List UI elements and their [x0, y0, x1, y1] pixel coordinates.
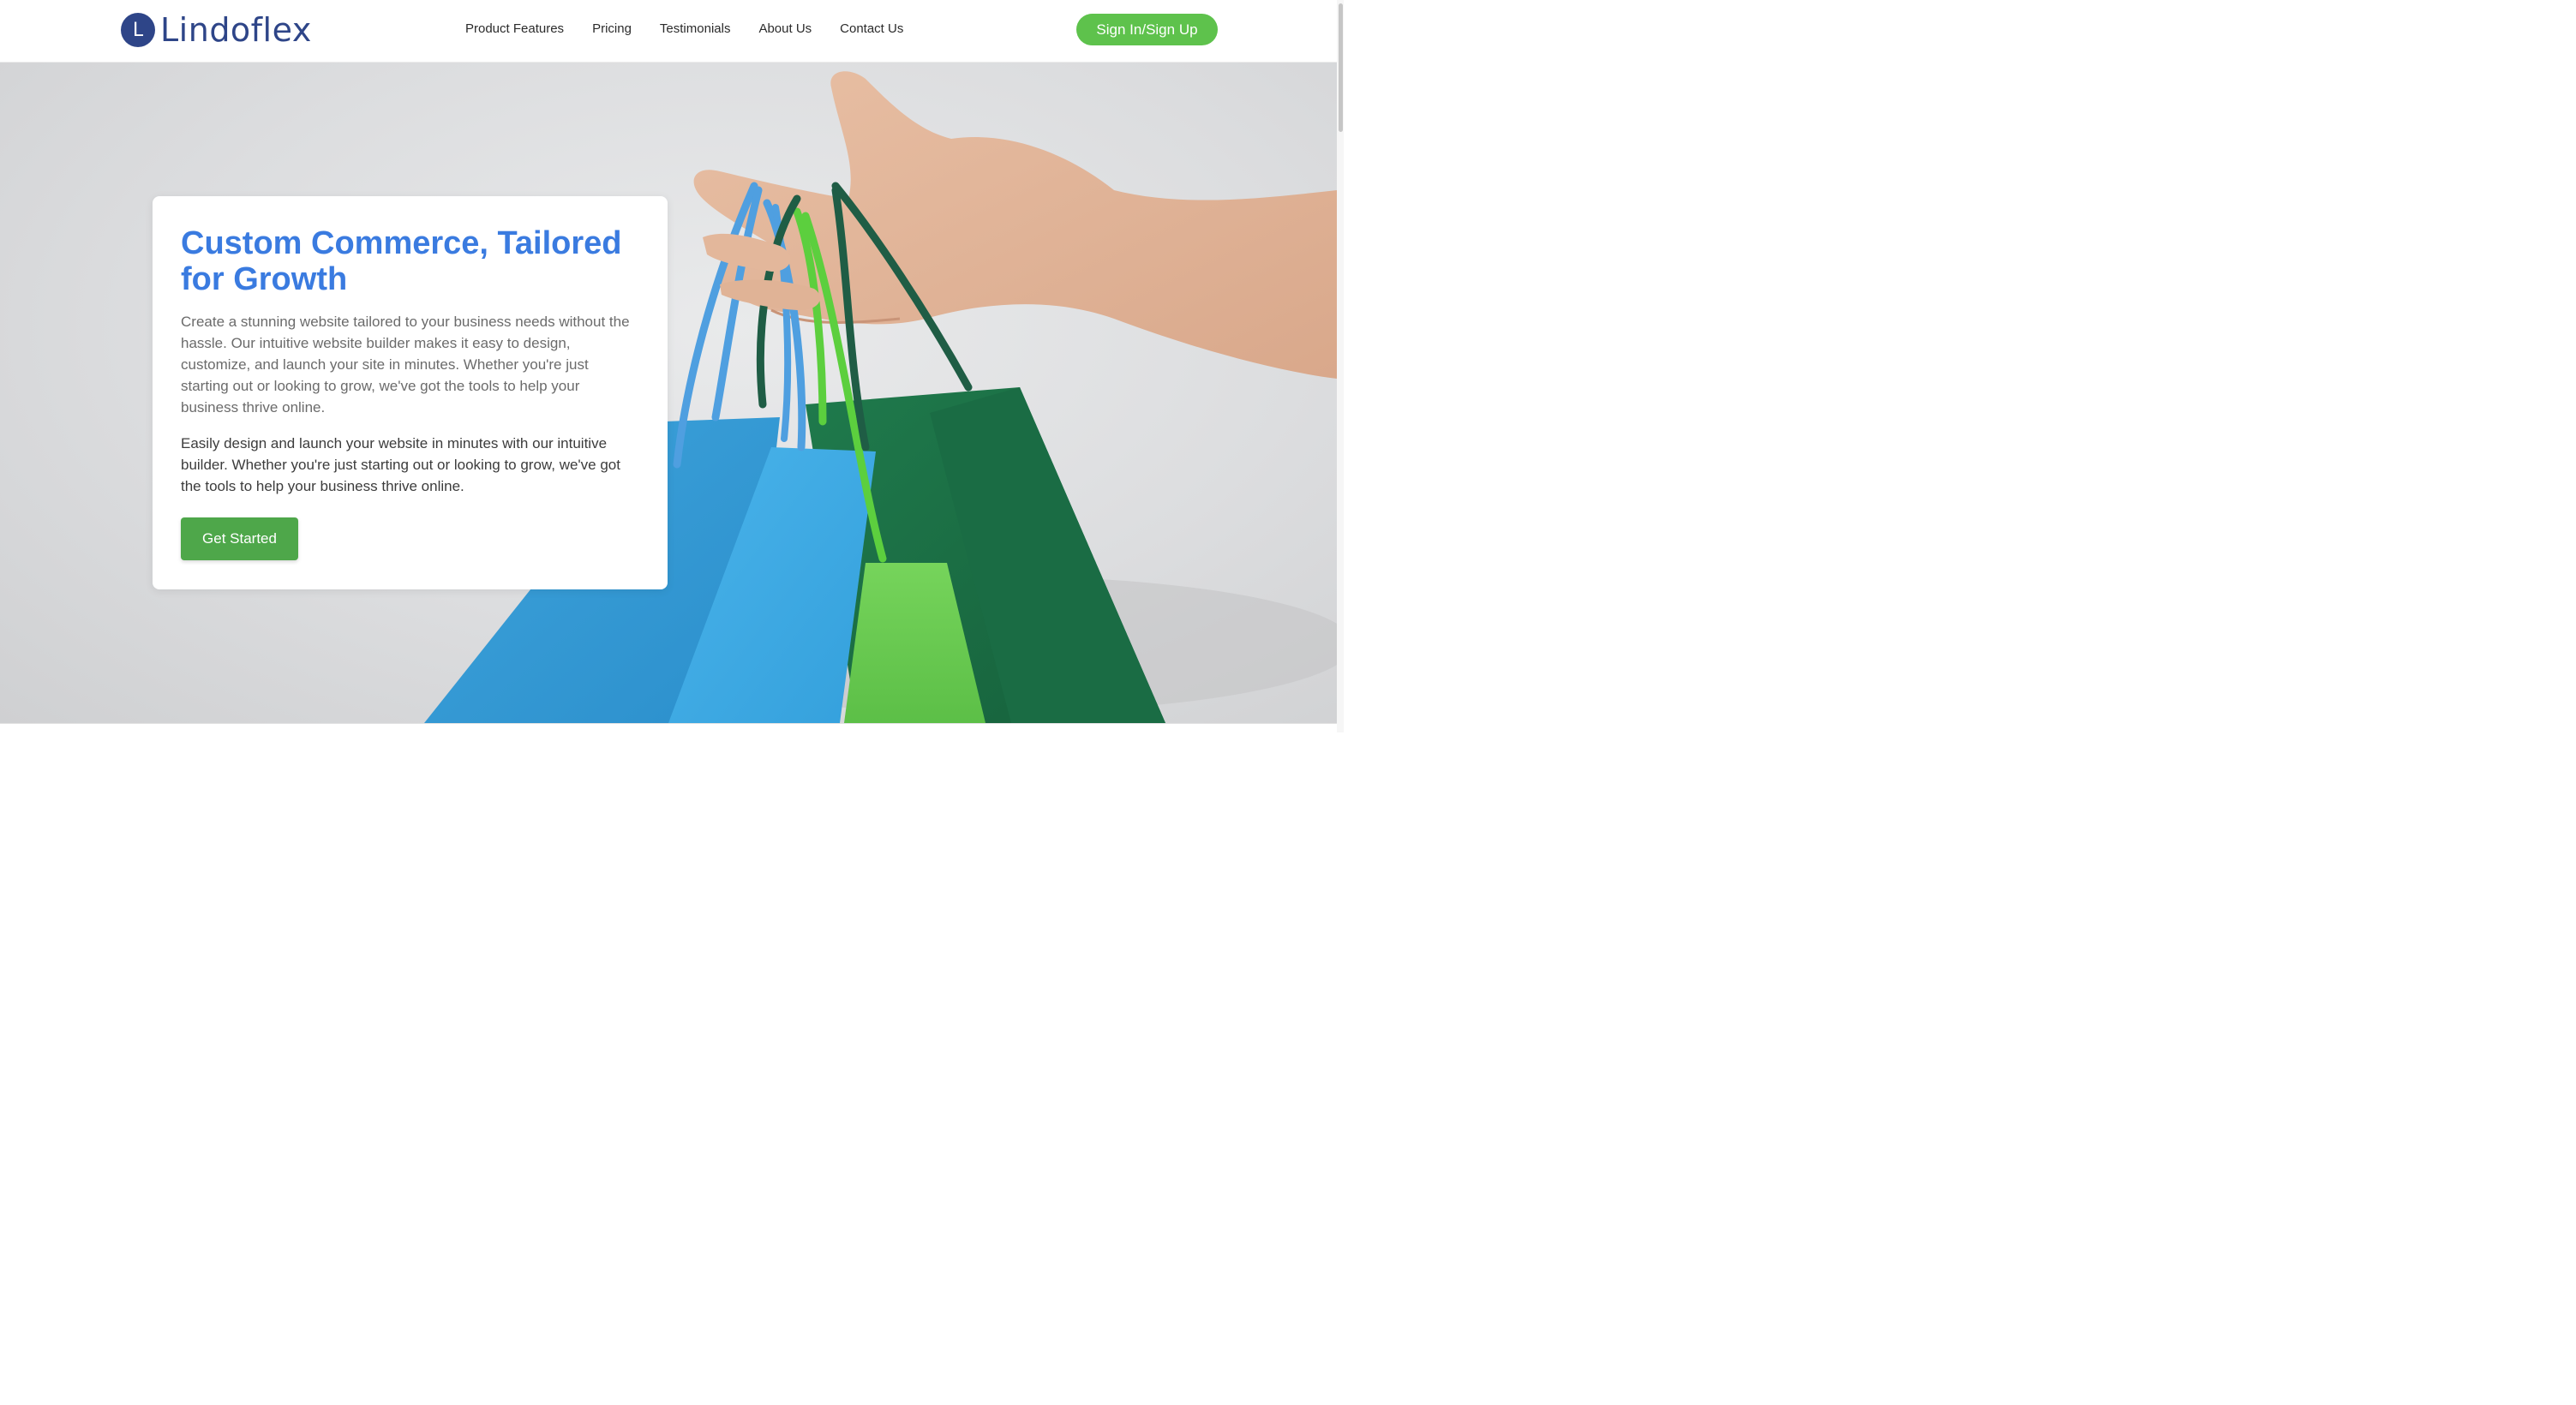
nav-product-features[interactable]: Product Features	[465, 21, 564, 38]
hero-subdescription: Easily design and launch your website in…	[181, 435, 620, 494]
site-header: L Lindoflex Product Features Pricing Tes…	[0, 0, 1337, 63]
hero-card: Custom Commerce, Tailored for Growth Cre…	[153, 196, 668, 589]
logo-text: Lindoflex	[160, 11, 312, 49]
main-nav: Product Features Pricing Testimonials Ab…	[465, 21, 903, 38]
logo-badge-icon: L	[121, 13, 155, 47]
hero-title: Custom Commerce, Tailored for Growth	[181, 225, 622, 297]
get-started-button[interactable]: Get Started	[181, 517, 298, 560]
page-bottom-edge	[0, 723, 1337, 733]
sign-in-button[interactable]: Sign In/Sign Up	[1076, 14, 1218, 45]
logo[interactable]: L Lindoflex	[121, 11, 312, 49]
nav-testimonials[interactable]: Testimonials	[660, 21, 731, 38]
hero-description: Create a stunning website tailored to yo…	[181, 314, 630, 416]
nav-contact-us[interactable]: Contact Us	[840, 21, 903, 38]
nav-pricing[interactable]: Pricing	[592, 21, 632, 38]
scrollbar-thumb[interactable]	[1339, 3, 1343, 132]
nav-about-us[interactable]: About Us	[758, 21, 812, 38]
